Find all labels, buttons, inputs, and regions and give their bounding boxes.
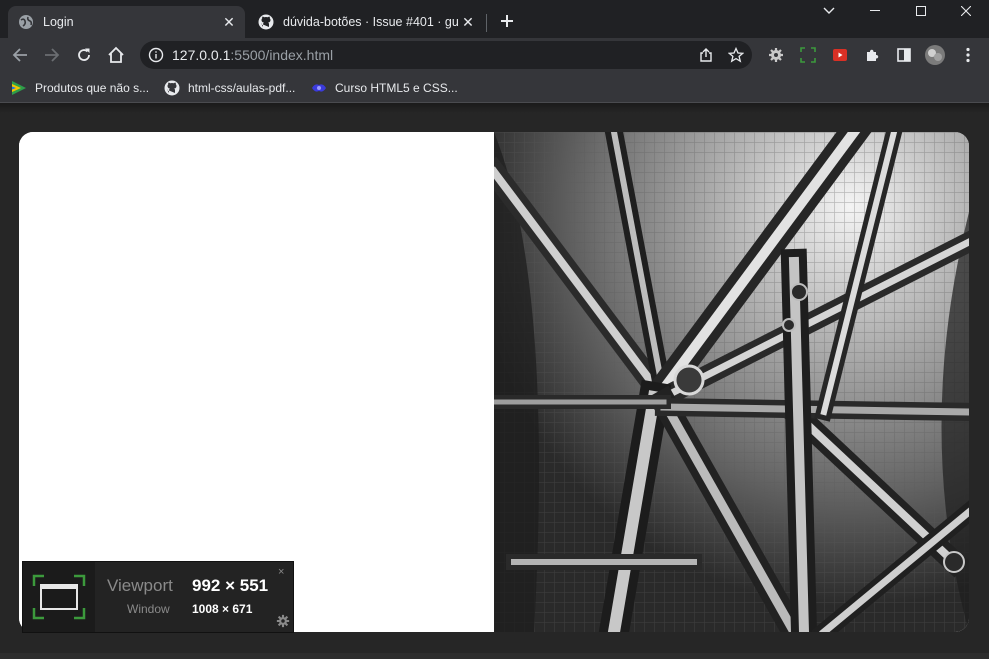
reload-button[interactable] xyxy=(72,43,96,67)
bookmarks-bar: Produtos que não s... html-css/aulas-pdf… xyxy=(0,73,989,103)
browser-toolbar: 127.0.0.1:5500/index.html xyxy=(0,38,989,73)
bookmark-html-css[interactable]: html-css/aulas-pdf... xyxy=(164,78,295,98)
viewport-icon xyxy=(23,562,95,632)
window-size: 1008 × 671 xyxy=(192,602,253,616)
close-overlay-icon[interactable]: × xyxy=(278,566,284,578)
close-window-button[interactable] xyxy=(943,0,989,22)
forward-button[interactable] xyxy=(40,43,64,67)
login-form-area xyxy=(19,132,494,632)
url-path: :5500/index.html xyxy=(230,47,334,63)
github-icon xyxy=(258,14,274,30)
tab-divider xyxy=(486,14,487,32)
steel-structure-image xyxy=(478,132,969,632)
bookmark-produtos[interactable]: Produtos que não s... xyxy=(11,78,149,98)
address-bar[interactable]: 127.0.0.1:5500/index.html xyxy=(140,41,752,69)
bookmark-label: html-css/aulas-pdf... xyxy=(188,81,296,95)
extensions-puzzle-icon[interactable] xyxy=(860,43,884,67)
tab-title: Login xyxy=(43,15,74,29)
home-button[interactable] xyxy=(104,43,128,67)
window-label: Window xyxy=(127,602,170,616)
gear-extension-icon[interactable] xyxy=(764,43,788,67)
course-icon xyxy=(312,84,326,92)
viewport-label: Viewport xyxy=(107,576,173,595)
share-icon[interactable] xyxy=(694,43,718,67)
tab-strip: Login ✕ dúvida-botões · Issue #401 · gus… xyxy=(0,0,989,38)
url-host: 127.0.0.1 xyxy=(172,47,231,63)
tab-title: dúvida-botões · Issue #401 · gust xyxy=(283,15,458,29)
github-icon xyxy=(164,80,180,96)
globe-icon xyxy=(18,14,34,30)
minimize-button[interactable] xyxy=(852,0,898,22)
bookmark-colorful-icon xyxy=(12,81,26,95)
bookmark-curso-html5[interactable]: Curso HTML5 e CSS... xyxy=(311,78,458,98)
bookmark-star-icon[interactable] xyxy=(724,43,748,67)
tab-search-chevron-icon[interactable] xyxy=(806,0,852,22)
back-button[interactable] xyxy=(8,43,32,67)
close-tab-icon[interactable]: ✕ xyxy=(219,12,239,32)
screenshot-extension-icon[interactable] xyxy=(796,43,820,67)
bookmark-label: Curso HTML5 e CSS... xyxy=(335,81,458,95)
youtube-extension-icon[interactable] xyxy=(828,43,852,67)
side-panel-icon[interactable] xyxy=(892,43,916,67)
site-info-icon[interactable] xyxy=(148,47,164,63)
maximize-button[interactable] xyxy=(898,0,944,22)
viewport-size: 992 × 551 xyxy=(192,576,269,595)
tab-login[interactable]: Login ✕ xyxy=(8,6,245,38)
more-menu-icon[interactable] xyxy=(956,43,980,67)
url-text: 127.0.0.1:5500/index.html xyxy=(172,47,333,63)
login-card xyxy=(19,132,969,632)
tab-github-issue[interactable]: dúvida-botões · Issue #401 · gust ✕ xyxy=(248,6,484,38)
close-tab-icon[interactable]: ✕ xyxy=(458,12,478,32)
bookmark-label: Produtos que não s... xyxy=(35,81,150,95)
page-bottom-strip xyxy=(0,653,989,659)
settings-gear-icon[interactable] xyxy=(276,614,290,628)
profile-avatar[interactable] xyxy=(923,43,947,67)
viewport-size-overlay: Viewport 992 × 551 Window 1008 × 671 × xyxy=(22,561,294,633)
new-tab-button[interactable] xyxy=(496,10,518,32)
